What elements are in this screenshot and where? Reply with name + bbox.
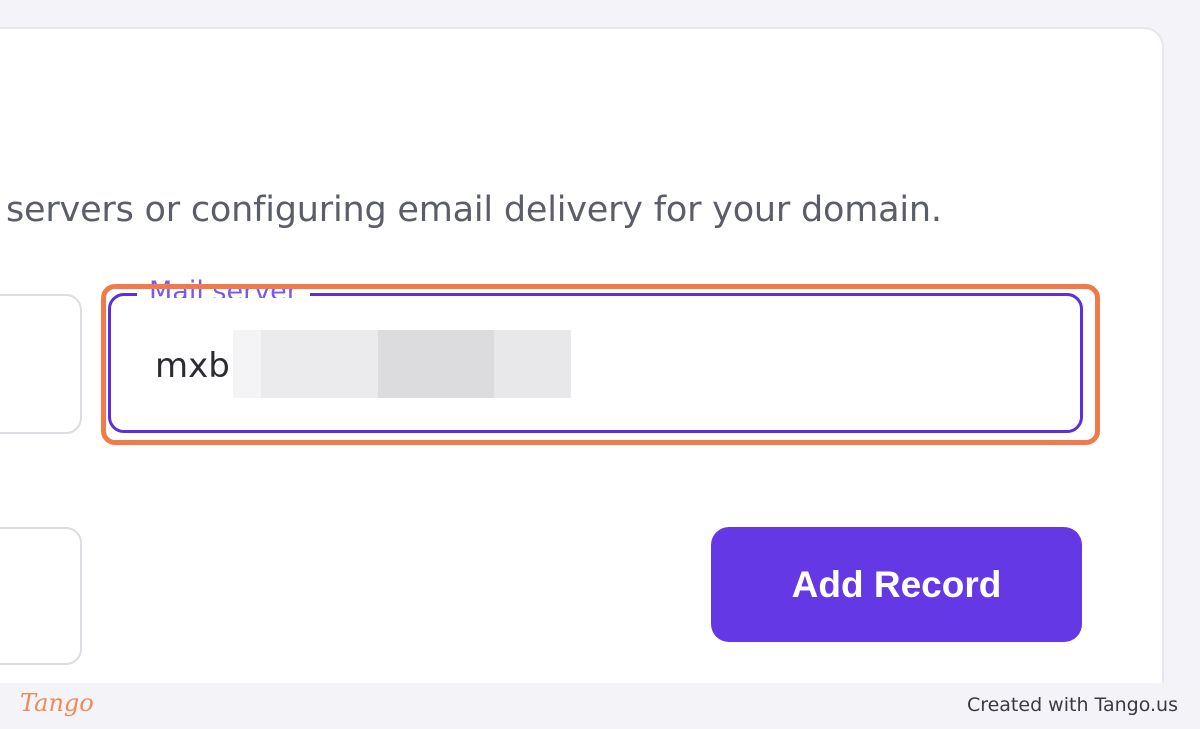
screenshot: servers or configuring email delivery fo… (0, 0, 1200, 729)
created-with-text: Created with Tango.us (966, 694, 1178, 716)
priority-field[interactable] (0, 527, 82, 665)
section-description: servers or configuring email delivery fo… (6, 190, 942, 230)
tango-footer: Tango Created with Tango.us (0, 683, 1200, 729)
tango-logo: Tango (20, 689, 94, 717)
add-record-button[interactable]: Add Record (711, 527, 1082, 642)
step-highlight (101, 284, 1100, 445)
record-name-field[interactable] (0, 294, 82, 434)
